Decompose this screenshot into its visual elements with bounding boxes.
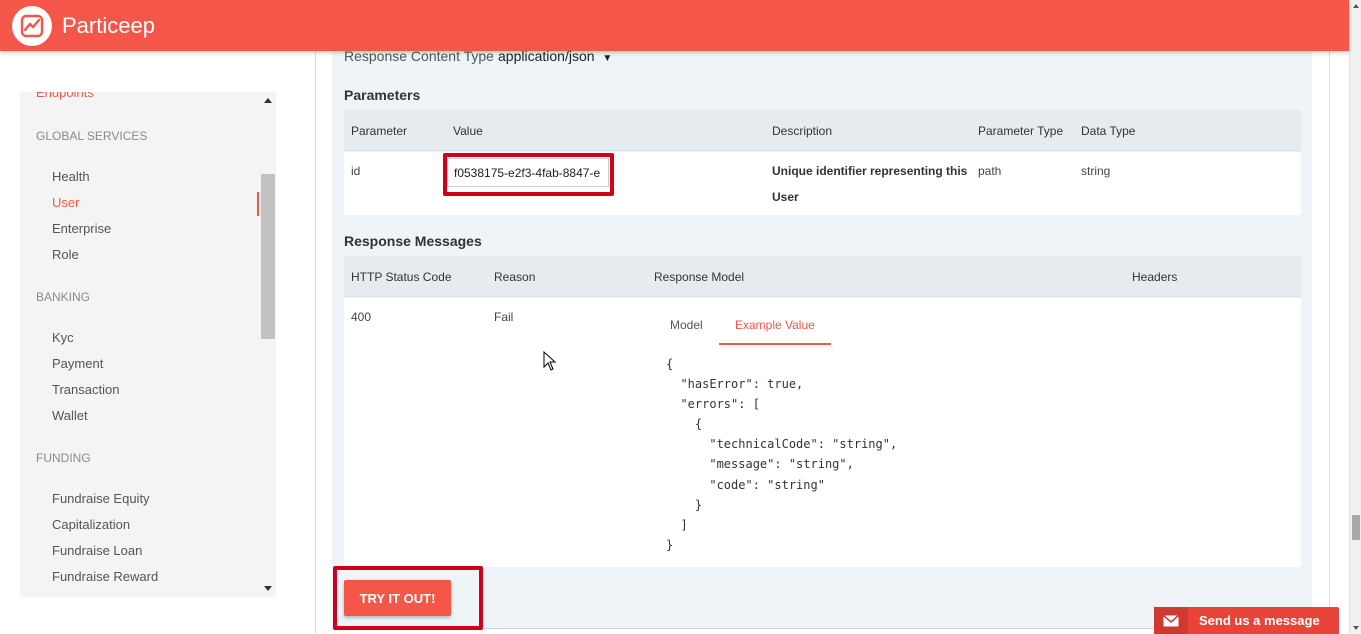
scroll-down-arrow-icon[interactable] xyxy=(1353,626,1359,630)
send-message-label: Send us a message xyxy=(1199,613,1320,628)
col-data-type: Data Type xyxy=(1081,124,1136,138)
mouse-cursor-icon xyxy=(543,350,557,376)
sidebar-scrollbar[interactable] xyxy=(261,92,276,597)
col-headers: Headers xyxy=(1132,270,1178,284)
tab-example-value[interactable]: Example Value xyxy=(735,318,815,332)
sidebar-item-user[interactable]: User xyxy=(52,195,79,210)
sidebar-section-funding: FUNDING xyxy=(36,451,91,465)
param-name: id xyxy=(351,164,361,178)
scroll-up-arrow-icon[interactable] xyxy=(1353,4,1359,8)
sidebar-item-payment[interactable]: Payment xyxy=(52,356,103,371)
logo-icon[interactable] xyxy=(12,5,52,46)
col-parameter-type: Parameter Type xyxy=(978,124,1064,138)
highlight-box-param xyxy=(443,153,614,196)
sidebar-item-kyc[interactable]: Kyc xyxy=(52,330,74,345)
sidebar-item-transaction[interactable]: Transaction xyxy=(52,382,119,397)
sidebar-item-health[interactable]: Health xyxy=(52,169,90,184)
dropdown-caret-icon: ▼ xyxy=(602,53,613,64)
sidebar-scroll-down-icon[interactable] xyxy=(264,586,272,591)
col-parameter: Parameter xyxy=(351,124,408,138)
envelope-icon xyxy=(1154,607,1188,634)
col-description: Description xyxy=(772,124,833,138)
example-value-code[interactable]: { "hasError": true, "errors": [ { "techn… xyxy=(666,354,897,555)
content-border-right xyxy=(1329,51,1330,634)
param-description: Unique identifier representing this User xyxy=(772,164,967,204)
response-status-code: 400 xyxy=(351,310,372,324)
app-header: Particeep xyxy=(0,0,1349,51)
response-table-header: HTTP Status Code Reason Response Model H… xyxy=(344,256,1301,297)
page-scroll-thumb[interactable] xyxy=(1352,515,1360,540)
sidebar-scroll-thumb[interactable] xyxy=(261,174,275,339)
response-reason: Fail xyxy=(494,310,514,324)
param-data-type: string xyxy=(1081,164,1111,178)
sidebar-item-wallet[interactable]: Wallet xyxy=(52,408,88,423)
param-type: path xyxy=(978,164,1002,178)
col-value: Value xyxy=(453,124,483,138)
sidebar-item-fundraise-loan[interactable]: Fundraise Loan xyxy=(52,543,142,558)
sidebar-item-enterprise[interactable]: Enterprise xyxy=(52,221,111,236)
sidebar-item-fundraise-equity[interactable]: Fundraise Equity xyxy=(52,491,150,506)
col-http-status-code: HTTP Status Code xyxy=(351,270,452,284)
tab-active-underline xyxy=(719,343,831,345)
response-messages-title: Response Messages xyxy=(344,233,482,249)
brand-name[interactable]: Particeep xyxy=(62,13,155,39)
param-description-line1: Unique identifier representing this xyxy=(772,164,968,178)
sidebar-active-indicator xyxy=(257,192,259,216)
sidebar-item-fundraise-reward[interactable]: Fundraise Reward xyxy=(52,569,158,584)
content-border-left xyxy=(315,51,316,634)
sidebar-section-banking: BANKING xyxy=(36,290,91,304)
sidebar-endpoints-label[interactable]: Endpoints xyxy=(36,92,94,100)
sidebar-scroll-up-icon[interactable] xyxy=(264,98,272,103)
tab-model[interactable]: Model xyxy=(670,318,703,332)
param-description-line2: User xyxy=(772,190,799,204)
parameters-table-header: Parameter Value Description Parameter Ty… xyxy=(344,110,1301,151)
page-scrollbar[interactable] xyxy=(1349,0,1361,634)
send-message-widget[interactable]: Send us a message xyxy=(1154,607,1339,634)
sidebar-item-capitalization[interactable]: Capitalization xyxy=(52,517,130,532)
sidebar-nav: Endpoints GLOBAL SERVICES Health User En… xyxy=(20,92,276,597)
col-reason: Reason xyxy=(494,270,536,284)
sidebar-section-global-services: GLOBAL SERVICES xyxy=(36,129,148,143)
col-response-model: Response Model xyxy=(654,270,745,284)
sidebar-item-role[interactable]: Role xyxy=(52,247,79,262)
parameters-title: Parameters xyxy=(344,87,421,103)
highlight-box-try-button xyxy=(333,566,483,630)
